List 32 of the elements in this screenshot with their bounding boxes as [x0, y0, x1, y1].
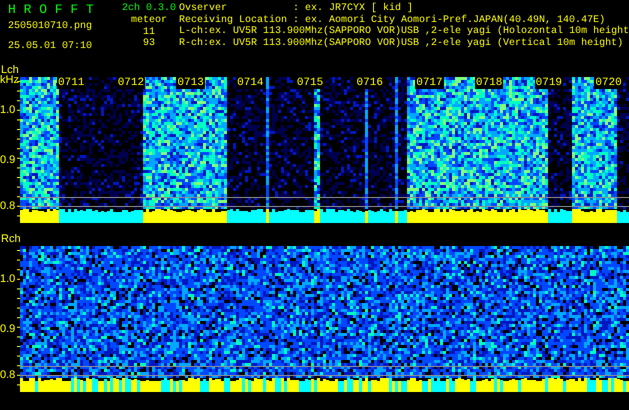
info-line: L-ch:ex. UV5R 113.900Mhz(SAPPORO VOR)USB ,2-ele yagi (Holozontal 10m height	[179, 26, 629, 38]
unit-label: kHz	[0, 74, 19, 86]
axis-tick-label: 0.8	[0, 369, 16, 381]
axis-tick-label: 0.9	[0, 322, 16, 334]
axis-tick-label: 0.8	[0, 200, 16, 212]
channel-label: Rch	[0, 233, 21, 246]
meteor-count: 11	[142, 26, 155, 38]
info-line: R-ch:ex. UV5R 113.900Mhz(SAPPORO VOR)USB ,2-ele yagi (Vertical 10m height)	[179, 38, 624, 49]
time-label: 0716	[356, 77, 384, 89]
time-label: 0712	[116, 77, 146, 89]
time-label: 0711	[57, 77, 86, 89]
axis-tick-label: 1.0	[0, 273, 16, 285]
version-label: 2ch 0.3.0	[122, 3, 176, 15]
info-value: : ex. Aomori City Aomori-Pref.JAPAN(40.49N, 140.47E)	[293, 14, 606, 26]
time-label: 0717	[415, 77, 444, 89]
time-label: 0719	[534, 77, 564, 89]
time-label: 0715	[296, 77, 324, 89]
info-label: Receiving Location	[179, 14, 288, 26]
app-title: H R O F F T	[8, 3, 94, 16]
axis-tick-label: 0.9	[0, 154, 16, 166]
meteor-count: 93	[142, 38, 155, 50]
time-label: 0713	[176, 77, 205, 89]
info-value: : ex. JR7CYX [ kid ]	[293, 3, 414, 14]
axis-tick-label: 1.0	[0, 104, 16, 116]
meteor-label: meteor	[130, 15, 167, 26]
time-label: 0718	[474, 77, 504, 89]
time-label: 0720	[594, 77, 623, 89]
time-label: 0714	[236, 77, 265, 89]
channel-label: Lch	[1, 64, 19, 76]
file-name: 2505010710.png	[8, 21, 92, 32]
timestamp: 25.05.01 07:10	[8, 40, 92, 52]
info-label: Ovserver	[179, 3, 228, 14]
